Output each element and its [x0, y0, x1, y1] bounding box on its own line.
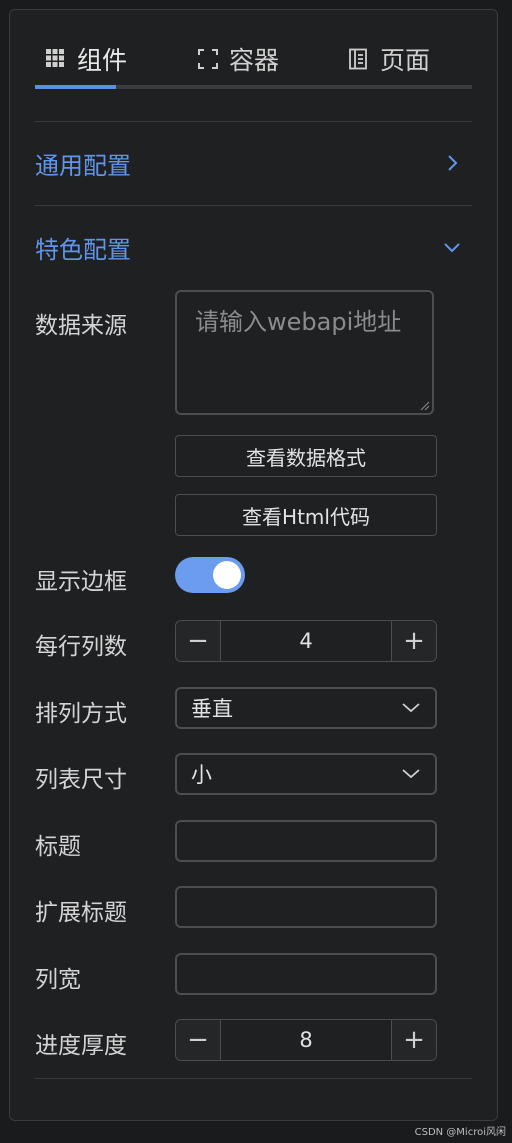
field-label: 扩展标题: [35, 900, 127, 926]
list-size-select[interactable]: 小: [175, 753, 437, 795]
progress-thickness-stepper: − 8 +: [175, 1019, 437, 1061]
divider: [35, 205, 472, 206]
data-source-textarea[interactable]: 请输入webapi地址: [175, 290, 434, 415]
divider: [35, 121, 472, 122]
column-width-input[interactable]: [175, 953, 437, 995]
tab-components[interactable]: 组件: [45, 38, 127, 80]
chevron-right-icon: [448, 155, 458, 171]
chevron-down-icon: [402, 769, 420, 779]
resize-handle-icon[interactable]: [420, 401, 430, 411]
row-show-border: 显示边框: [35, 556, 472, 595]
field-label: 标题: [35, 834, 81, 860]
stepper-value[interactable]: 4: [221, 621, 391, 661]
grid-icon: [45, 48, 67, 70]
field-label: 显示边框: [35, 569, 127, 595]
section-title: 通用配置: [35, 151, 131, 180]
arrangement-select[interactable]: 垂直: [175, 687, 437, 729]
textarea-placeholder: 请输入webapi地址: [195, 308, 402, 336]
columns-per-row-stepper: − 4 +: [175, 620, 437, 662]
page-icon: [348, 48, 370, 70]
tab-label: 组件: [77, 46, 128, 75]
stepper-value[interactable]: 8: [221, 1020, 391, 1060]
field-label: 数据来源: [35, 313, 127, 339]
increment-button[interactable]: +: [391, 1020, 436, 1060]
chevron-down-icon: [402, 703, 420, 713]
extended-title-input[interactable]: [175, 886, 437, 928]
tab-active-indicator: [35, 85, 116, 89]
field-label: 每行列数: [35, 634, 127, 660]
tab-label: 容器: [229, 46, 280, 75]
view-data-format-button[interactable]: 查看数据格式: [175, 435, 437, 477]
field-label: 列宽: [35, 967, 81, 993]
frame-icon: [197, 48, 219, 70]
section-general[interactable]: 通用配置: [35, 123, 472, 203]
tab-strip: 组件 容器 页面: [35, 28, 472, 89]
section-title: 特色配置: [35, 235, 131, 264]
view-html-code-button[interactable]: 查看Html代码: [175, 494, 437, 536]
field-label: 进度厚度: [35, 1033, 127, 1059]
divider: [35, 1078, 472, 1079]
watermark: CSDN @Microi风闲: [414, 1127, 506, 1138]
title-input[interactable]: [175, 820, 437, 862]
decrement-button[interactable]: −: [176, 621, 221, 661]
toggle-knob: [213, 561, 241, 589]
select-value: 小: [191, 763, 212, 787]
field-label: 列表尺寸: [35, 767, 127, 793]
chevron-down-icon: [444, 243, 460, 253]
row-data-source: 数据来源 请输入webapi地址: [35, 290, 472, 415]
increment-button[interactable]: +: [391, 621, 436, 661]
tab-pages[interactable]: 页面: [348, 38, 430, 80]
show-border-toggle[interactable]: [175, 557, 245, 593]
select-value: 垂直: [191, 697, 233, 721]
tab-label: 页面: [380, 46, 431, 75]
decrement-button[interactable]: −: [176, 1020, 221, 1060]
section-feature[interactable]: 特色配置: [35, 207, 472, 287]
field-label: 排列方式: [35, 701, 127, 727]
tab-containers[interactable]: 容器: [197, 38, 279, 80]
